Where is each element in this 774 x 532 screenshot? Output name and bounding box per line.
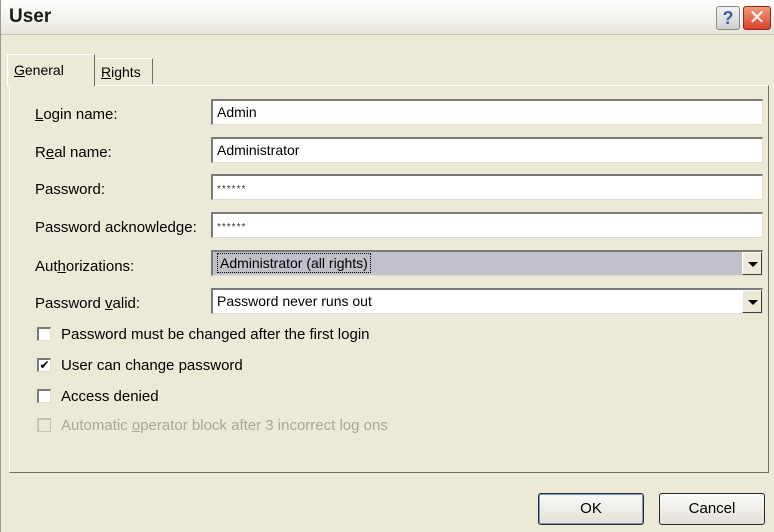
password-valid-select[interactable]: Password never runs out xyxy=(211,288,763,314)
authorizations-label: Authorizations: xyxy=(35,258,135,275)
password-label: Password: xyxy=(35,181,106,198)
password-valid-dropdown-button[interactable] xyxy=(742,290,762,313)
real-name-input[interactable]: Administrator xyxy=(211,137,763,163)
access-denied-label: Access denied xyxy=(61,388,159,405)
cancel-button[interactable]: Cancel xyxy=(659,493,765,525)
must-change-password-checkbox[interactable] xyxy=(37,327,51,341)
login-name-label: Login name: xyxy=(35,106,118,123)
authorizations-select[interactable]: Administrator (all rights) xyxy=(211,250,763,276)
user-dialog: User ? ✕ General Rights Login name: Admi… xyxy=(0,0,774,532)
password-acknowledge-label: Password acknowledge: xyxy=(35,219,197,236)
authorizations-value: Administrator (all rights) xyxy=(217,253,371,273)
tab-general[interactable]: General xyxy=(7,54,95,86)
authorizations-dropdown-button[interactable] xyxy=(742,252,762,275)
user-can-change-password-label: User can change password xyxy=(61,357,243,374)
help-button[interactable]: ? xyxy=(716,6,740,30)
access-denied-checkbox[interactable] xyxy=(37,389,51,403)
user-can-change-password-checkbox[interactable]: ✔ xyxy=(37,358,51,372)
title-bar[interactable]: User ? ✕ xyxy=(1,0,774,35)
password-acknowledge-input[interactable]: ****** xyxy=(211,212,763,238)
real-name-label: Real name: xyxy=(35,144,112,161)
operator-block-checkbox xyxy=(37,418,51,432)
operator-block-label: Automatic operator block after 3 incorre… xyxy=(61,417,388,434)
password-valid-label: Password valid: xyxy=(35,295,141,312)
dialog-title: User xyxy=(9,6,52,27)
must-change-password-label: Password must be changed after the first… xyxy=(61,326,370,343)
ok-button[interactable]: OK xyxy=(538,493,644,525)
password-input[interactable]: ****** xyxy=(211,174,763,200)
login-name-input[interactable]: Admin xyxy=(211,99,763,125)
password-valid-value: Password never runs out xyxy=(217,293,372,309)
tab-rights[interactable]: Rights xyxy=(95,58,153,84)
close-button[interactable]: ✕ xyxy=(743,6,771,30)
